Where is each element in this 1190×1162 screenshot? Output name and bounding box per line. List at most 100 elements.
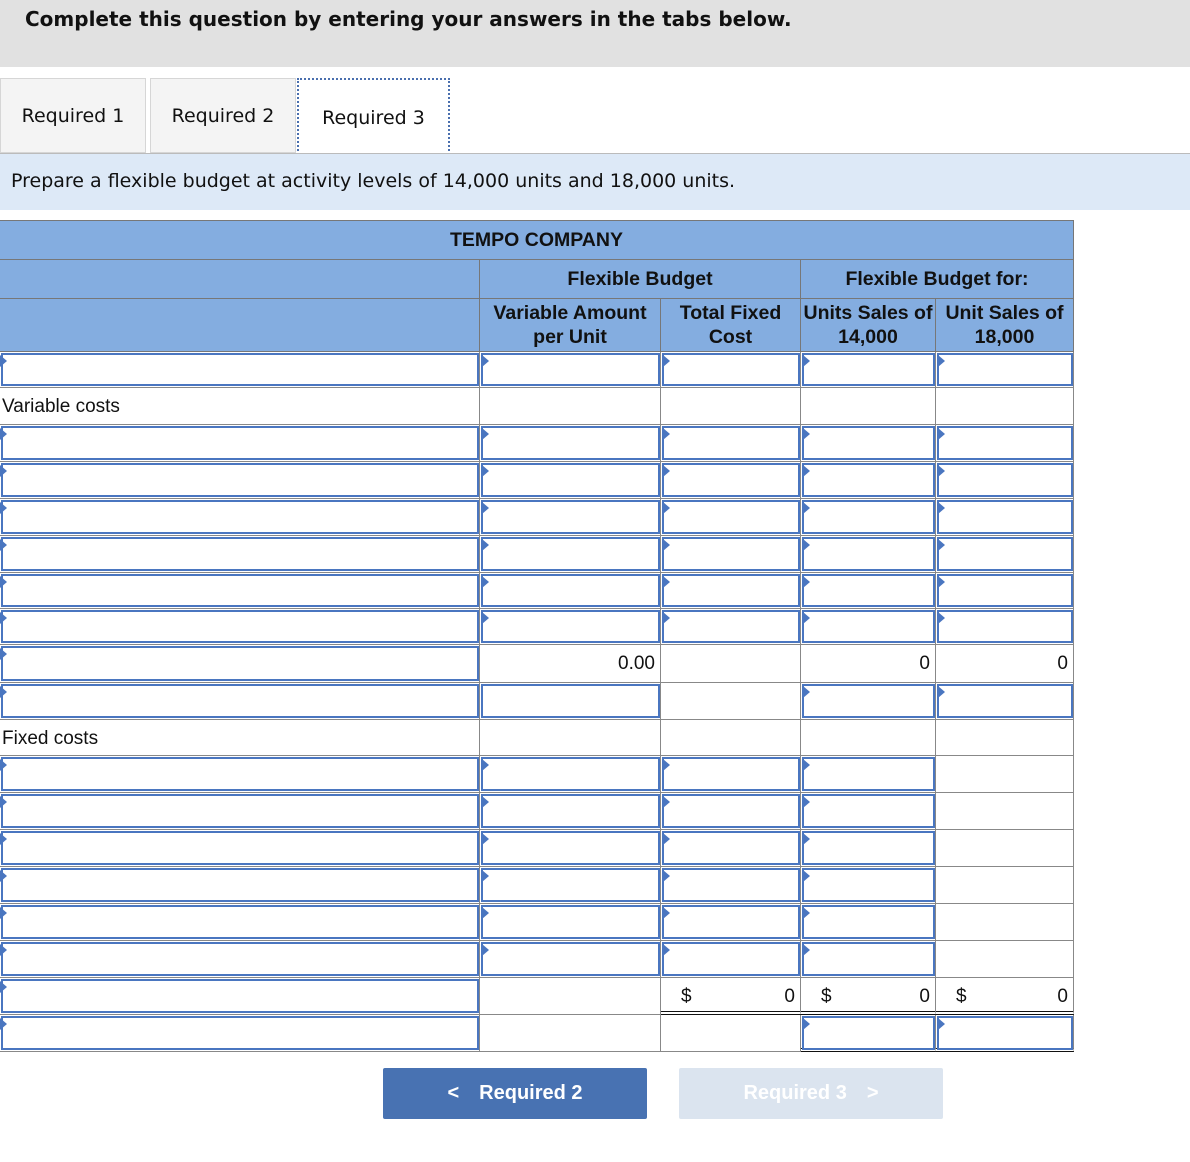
amount-input[interactable] (937, 574, 1073, 607)
amount-input[interactable] (802, 353, 935, 386)
amount-input[interactable] (481, 537, 660, 571)
amount-cell (480, 388, 661, 425)
dropdown-flag-icon (938, 428, 945, 440)
amount-input[interactable] (802, 537, 935, 571)
amount-input[interactable] (481, 353, 660, 386)
amount-input[interactable] (662, 942, 800, 976)
amount-input[interactable] (662, 500, 800, 534)
row-label-cell (0, 536, 480, 573)
amount-input[interactable] (802, 1016, 935, 1050)
dropdown-flag-icon (663, 539, 670, 551)
amount-input[interactable] (802, 794, 935, 828)
row-label-input[interactable] (1, 757, 479, 791)
row-label-input[interactable] (1, 905, 479, 939)
amount-input[interactable] (662, 831, 800, 865)
row-label-input[interactable] (1, 537, 479, 571)
amount-cell (936, 352, 1074, 388)
amount-input[interactable] (802, 500, 935, 534)
dropdown-flag-icon (0, 686, 7, 698)
amount-input[interactable] (481, 942, 660, 976)
row-label-input[interactable] (1, 610, 479, 643)
dropdown-flag-icon (663, 944, 670, 956)
dropdown-flag-icon (803, 502, 810, 514)
amount-input[interactable] (802, 757, 935, 791)
dropdown-flag-icon (0, 539, 7, 551)
dropdown-flag-icon (803, 465, 810, 477)
amount-input[interactable] (481, 610, 660, 643)
amount-input[interactable] (802, 463, 935, 497)
amount-input[interactable] (937, 426, 1073, 460)
amount-input[interactable] (481, 500, 660, 534)
amount-cell (936, 756, 1074, 793)
row-label-input[interactable] (1, 463, 479, 497)
amount-input[interactable] (937, 610, 1073, 643)
amount-input[interactable] (662, 868, 800, 902)
amount-input[interactable] (802, 610, 935, 643)
amount-input[interactable] (937, 684, 1073, 718)
amount-input[interactable] (802, 574, 935, 607)
amount-input[interactable] (662, 463, 800, 497)
amount-input[interactable] (662, 426, 800, 460)
amount-input[interactable] (481, 463, 660, 497)
amount-input[interactable] (937, 463, 1073, 497)
amount-input[interactable] (481, 794, 660, 828)
row-label-input[interactable] (1, 942, 479, 976)
row-label-cell: Variable costs (0, 388, 480, 425)
dropdown-flag-icon (0, 465, 7, 477)
tab-required-3[interactable]: Required 3 (297, 78, 450, 155)
dropdown-flag-icon (0, 355, 7, 367)
amount-input[interactable] (802, 942, 935, 976)
row-label-cell (0, 609, 480, 645)
amount-input[interactable] (481, 684, 660, 718)
amount-cell (936, 941, 1074, 978)
amount-input[interactable] (802, 905, 935, 939)
amount-input[interactable] (481, 757, 660, 791)
amount-cell: 0 (936, 645, 1074, 683)
dropdown-flag-icon (663, 833, 670, 845)
row-label-input[interactable] (1, 646, 479, 681)
amount-input[interactable] (481, 574, 660, 607)
amount-input[interactable] (662, 905, 800, 939)
amount-input[interactable] (662, 574, 800, 607)
row-label-input[interactable] (1, 868, 479, 902)
tab-required-2[interactable]: Required 2 (150, 78, 296, 153)
dropdown-flag-icon (938, 686, 945, 698)
dropdown-flag-icon (803, 686, 810, 698)
dropdown-flag-icon (0, 648, 7, 660)
row-label-input[interactable] (1, 794, 479, 828)
row-label-input[interactable] (1, 426, 479, 460)
amount-input[interactable] (937, 1016, 1073, 1050)
amount-input[interactable] (802, 868, 935, 902)
amount-cell (936, 830, 1074, 867)
amount-input[interactable] (662, 794, 800, 828)
amount-input[interactable] (662, 353, 800, 386)
dropdown-flag-icon (663, 428, 670, 440)
prev-required-2-button[interactable]: < Required 2 (383, 1068, 647, 1119)
row-label-input[interactable] (1, 353, 479, 386)
amount-input[interactable] (481, 905, 660, 939)
amount-input[interactable] (802, 426, 935, 460)
row-label-input[interactable] (1, 574, 479, 607)
row-label-cell (0, 941, 480, 978)
row-label-input[interactable] (1, 684, 479, 718)
amount-input[interactable] (481, 831, 660, 865)
amount-input[interactable] (937, 500, 1073, 534)
row-label-cell (0, 352, 480, 388)
amount-input[interactable] (662, 757, 800, 791)
row-label-input[interactable] (1, 831, 479, 865)
amount-input[interactable] (937, 537, 1073, 571)
row-label-input[interactable] (1, 500, 479, 534)
amount-input[interactable] (662, 537, 800, 571)
amount-cell (480, 536, 661, 573)
row-label-input[interactable] (1, 1016, 479, 1050)
chevron-left-icon: < (447, 1082, 460, 1104)
tab-required-1[interactable]: Required 1 (0, 78, 146, 153)
row-label-input[interactable] (1, 979, 479, 1013)
amount-input[interactable] (481, 868, 660, 902)
amount-input[interactable] (802, 831, 935, 865)
amount-input[interactable] (937, 353, 1073, 386)
amount-input[interactable] (481, 426, 660, 460)
amount-input[interactable] (662, 610, 800, 643)
dropdown-flag-icon (482, 796, 489, 808)
amount-input[interactable] (802, 684, 935, 718)
